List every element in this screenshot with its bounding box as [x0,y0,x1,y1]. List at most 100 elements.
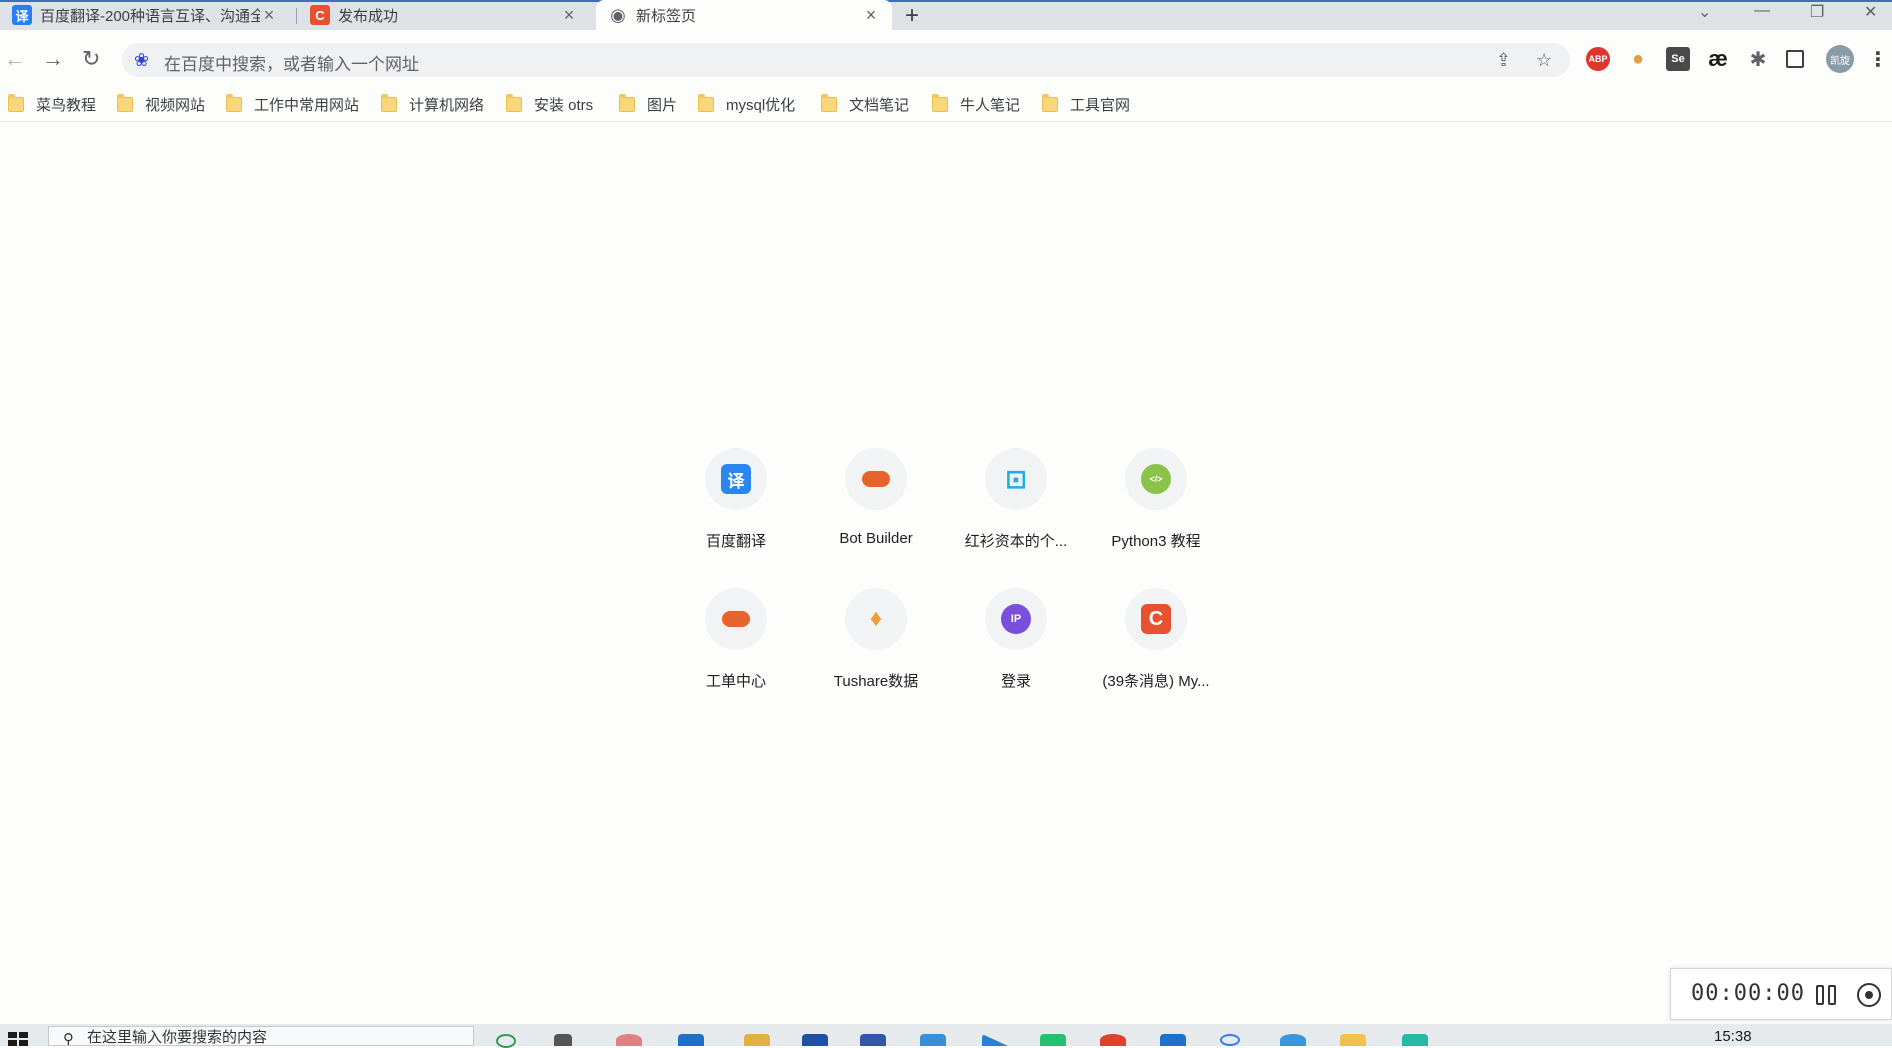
shortcut-label: 红衫资本的个... [964,533,1068,550]
taskbar-app-paint-icon[interactable] [616,1034,642,1046]
bookmark-label: mysql优化 [726,96,796,114]
close-icon[interactable]: × [862,6,880,24]
shortcut-login[interactable]: IP 登录 [956,588,1076,704]
bookmark-label: 安装 otrs [534,96,594,114]
new-tab-button[interactable]: + [905,2,919,30]
bookmark-folder[interactable]: 菜鸟教程 [8,92,96,116]
reload-button[interactable]: ↻ [82,46,100,72]
shortcut-icon-bg [705,588,767,650]
avatar[interactable]: 凯旋 [1826,45,1854,73]
bookmark-label: 牛人笔记 [960,96,1021,114]
screen-recorder: 00:00:00 [1670,968,1892,1020]
code-icon: </> [1141,464,1171,494]
tab-search-icon[interactable]: ⌄ [1698,2,1711,22]
shortcut-bot-builder[interactable]: Bot Builder [816,448,936,564]
bookmark-folder[interactable]: mysql优化 [698,92,795,116]
bookmark-folder[interactable]: 计算机网络 [381,92,484,116]
menu-icon[interactable]: ⋮ [1866,47,1890,71]
recorder-timer: 00:00:00 [1691,981,1805,1006]
translate-icon: 译 [12,5,32,25]
bookmark-folder[interactable]: 视频网站 [117,92,205,116]
bookmark-label: 文档笔记 [849,96,910,114]
minimize-button[interactable]: — [1754,2,1770,20]
chat-bubble-icon [722,611,750,627]
tab-new-tab[interactable]: ◉ 新标签页 × [596,0,892,30]
back-button[interactable]: ← [4,46,26,72]
csdn-icon: C [1141,604,1171,634]
taskbar-search[interactable]: ⚲ 在这里输入你要搜索的内容 [48,1026,474,1046]
pause-button[interactable] [1816,983,1840,1007]
taskbar-app-outlook-icon[interactable] [802,1034,828,1046]
translate-icon: 译 [721,464,751,494]
taskbar-app-notes-icon[interactable] [744,1034,770,1046]
taskbar-app-folder-icon[interactable] [1340,1034,1366,1046]
tab-baidu-translate[interactable]: 译 百度翻译-200种语言互译、沟通全 × [0,0,290,30]
folder-icon [8,93,24,112]
close-window-button[interactable]: ✕ [1864,2,1877,22]
restore-button[interactable]: ❐ [1810,2,1824,22]
bookmark-label: 工作中常用网站 [254,96,360,114]
folder-icon [698,93,714,112]
chat-bubble-icon [862,471,890,487]
close-icon[interactable]: × [260,6,278,24]
folder-icon [932,93,948,112]
taskbar-app-edge-icon[interactable] [1280,1034,1306,1046]
folder-icon [619,93,635,112]
bookmark-folder[interactable]: 工具官网 [1042,92,1130,116]
shortcut-label: 百度翻译 [705,533,766,550]
tab-title: 百度翻译-200种语言互译、沟通全 [40,7,260,25]
taskbar-app-taskview-icon[interactable] [554,1034,572,1046]
taskbar-app-image-icon[interactable] [920,1034,946,1046]
shortcut-icon-bg [845,448,907,510]
taskbar-app-vscode-icon[interactable] [1402,1034,1428,1046]
shortcut-icon-bg: C [1125,588,1187,650]
shortcut-python3[interactable]: </> Python3 教程 [1096,448,1216,564]
taskbar-app-chrome-icon[interactable] [1100,1034,1126,1046]
bookmark-label: 图片 [647,96,678,114]
bookmark-label: 菜鸟教程 [36,96,97,114]
windows-start-icon[interactable] [8,1032,28,1046]
bookmark-folder[interactable]: 牛人笔记 [932,92,1020,116]
shortcut-csdn-messages[interactable]: C (39条消息) My... [1096,588,1216,704]
shortcut-label: Python3 教程 [1111,533,1201,550]
folder-icon [381,93,397,112]
star-icon[interactable]: ☆ [1536,50,1552,71]
taskbar-app-search-icon[interactable] [1220,1034,1240,1046]
shortcut-tushare[interactable]: ♦ Tushare数据 [816,588,936,704]
bookmark-folder[interactable]: 安装 otrs [506,92,593,116]
puzzle-icon[interactable]: ✱ [1746,47,1770,71]
adblock-icon[interactable]: ABP [1586,47,1610,71]
close-icon[interactable]: × [560,6,578,24]
tab-publish-success[interactable]: C 发布成功 × [298,0,590,30]
taskbar-app-mail-icon[interactable] [678,1034,704,1046]
bookmark-folder[interactable]: 文档笔记 [821,92,909,116]
shortcut-baidu-translate[interactable]: 译 百度翻译 [676,448,796,564]
share-icon[interactable]: ⇪ [1496,50,1511,71]
ip-icon: IP [1001,604,1031,634]
address-bar[interactable]: ❀ 在百度中搜索，或者输入一个网址 ⇪ ☆ [122,43,1570,77]
address-placeholder: 在百度中搜索，或者输入一个网址 [164,55,419,74]
cookie-icon[interactable]: ● [1626,47,1650,71]
selenium-icon[interactable]: Se [1666,47,1690,71]
stop-record-button[interactable] [1857,983,1881,1007]
shortcut-label: Bot Builder [839,530,913,547]
taskbar-app-qq-icon[interactable] [860,1034,886,1046]
shortcut-icon-bg: 译 [705,448,767,510]
forward-button[interactable]: → [42,46,64,72]
ae-icon[interactable]: æ [1706,46,1730,71]
shortcut-bilibili[interactable]: ⊡ 红衫资本的个... [956,448,1076,564]
bookmark-folder[interactable]: 图片 [619,92,677,116]
shortcut-label: (39条消息) My... [1102,673,1210,690]
baidu-paw-icon: ❀ [134,50,150,70]
shortcut-ticket-center[interactable]: 工单中心 [676,588,796,704]
taskbar-app-pycharm-icon[interactable] [1040,1034,1066,1046]
bilibili-icon: ⊡ [1005,463,1027,494]
shortcut-icon-bg: </> [1125,448,1187,510]
globe-icon: ◉ [610,4,626,25]
tab-title: 新标签页 [636,7,697,25]
carrot-icon: ♦ [869,605,883,632]
sidepanel-icon[interactable] [1786,50,1804,68]
bookmark-folder[interactable]: 工作中常用网站 [226,92,359,116]
shortcut-icon-bg: ♦ [845,588,907,650]
taskbar-app-remote-icon[interactable] [1160,1034,1186,1046]
